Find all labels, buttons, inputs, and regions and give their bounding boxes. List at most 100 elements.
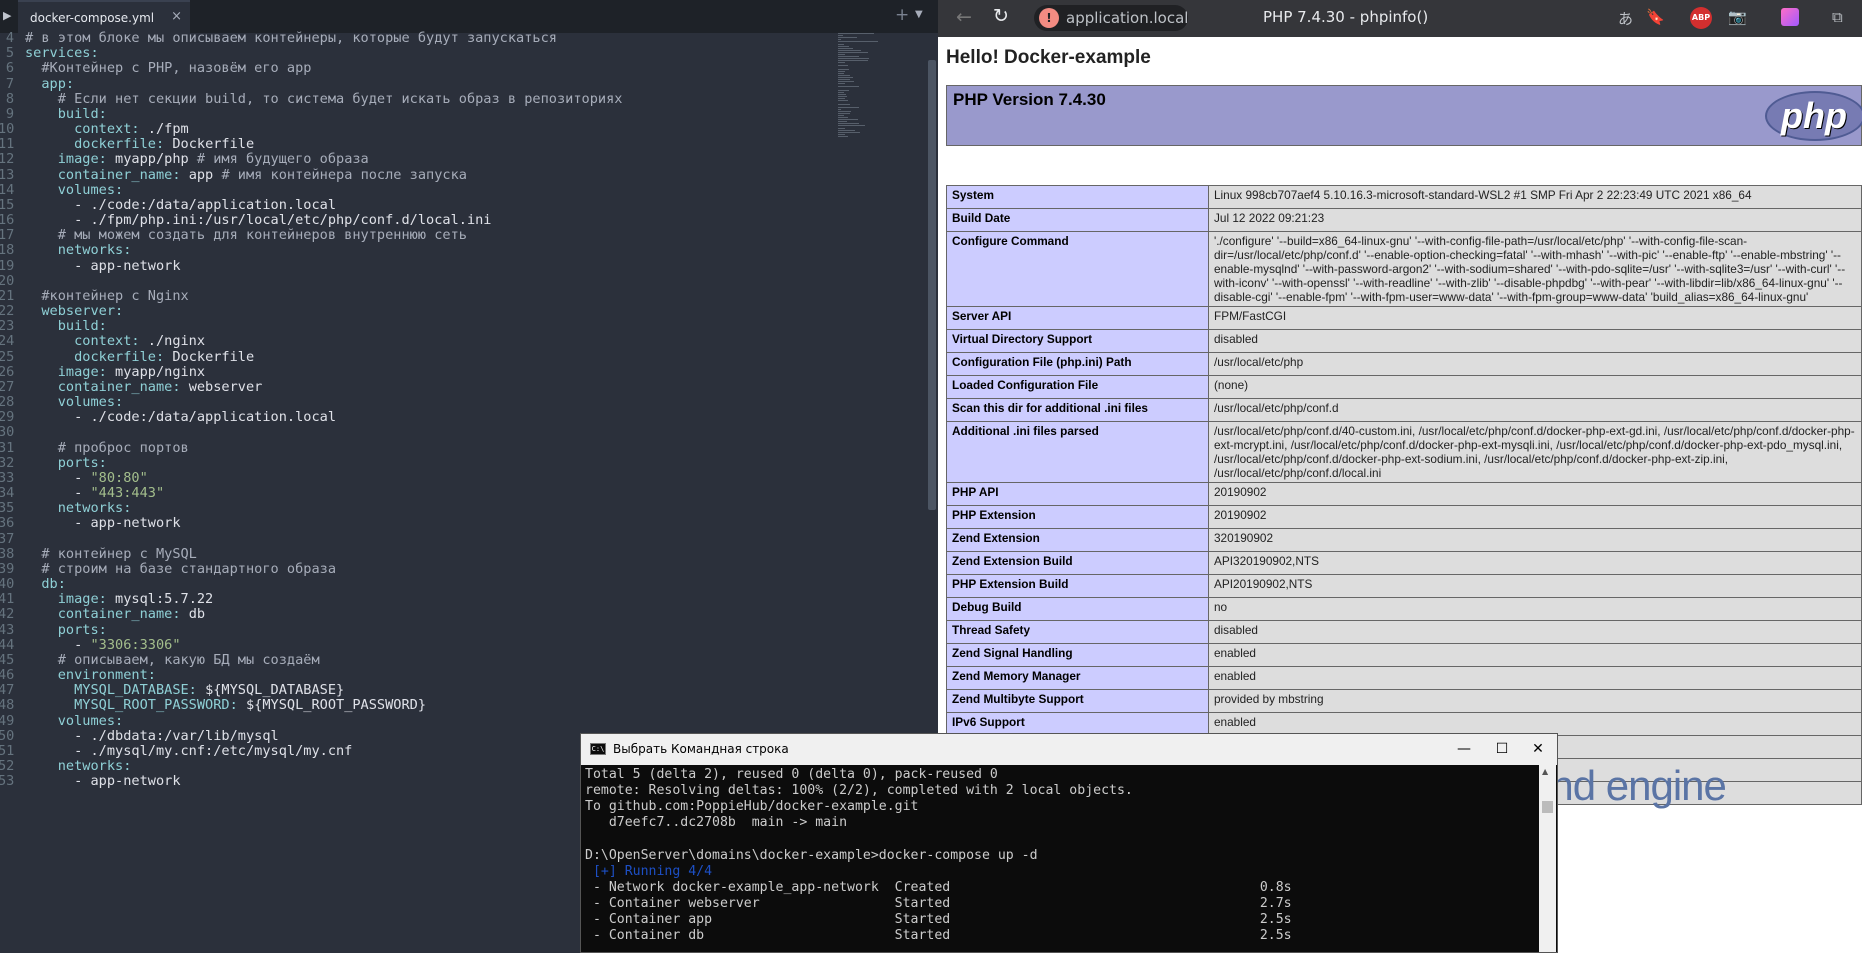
info-value: disabled [1208, 329, 1862, 353]
info-value: /usr/local/etc/php/conf.d [1208, 398, 1862, 422]
info-value: 20190902 [1208, 482, 1862, 506]
info-key: System [946, 185, 1209, 209]
minimap-line [838, 110, 851, 112]
console-line: Total 5 (delta 2), reused 0 (delta 0), p… [585, 767, 998, 782]
minimap-line [838, 112, 851, 114]
info-key: Additional .ini files parsed [946, 421, 1209, 483]
minimap-line [838, 81, 854, 83]
minimap-line [838, 123, 860, 125]
php-logo[interactable]: php [1765, 91, 1862, 141]
console-scroll-thumb[interactable] [1542, 801, 1553, 813]
minimap-line [838, 96, 848, 97]
info-value: enabled [1208, 643, 1862, 667]
close-icon[interactable]: × [171, 9, 182, 24]
new-tab-icon[interactable]: + [895, 5, 909, 25]
minimap-line [838, 58, 870, 60]
minimap[interactable] [828, 33, 928, 153]
minimap-line [838, 127, 845, 129]
console-scrollbar[interactable]: ▲ [1539, 765, 1556, 952]
info-value: './configure' '--build=x86_64-linux-gnu'… [1208, 231, 1862, 307]
info-row: Zend Memory Manager enabled [946, 666, 1862, 690]
minimap-line [838, 104, 850, 106]
console-line: [+] Running 4/4 [585, 863, 713, 879]
info-key: Zend Multibyte Support [946, 689, 1209, 713]
php-version-header: PHP Version 7.4.30 php [946, 85, 1862, 146]
adblock-icon[interactable]: ABP [1690, 7, 1712, 29]
console-line: d7eefc7..dc2708b main -> main [585, 815, 848, 831]
minimap-line [838, 56, 859, 58]
extension-icon[interactable] [1781, 8, 1799, 26]
console-line: remote: Resolving deltas: 100% (2/2), co… [585, 783, 1133, 799]
info-value: API320190902,NTS [1208, 551, 1862, 575]
info-key: Thread Safety [946, 620, 1209, 644]
info-value: (none) [1208, 375, 1862, 399]
url-text: application.local [1066, 9, 1189, 27]
minimap-line [838, 68, 849, 70]
tab-search-icon[interactable]: ⧉ [1832, 8, 1843, 26]
info-value: enabled [1208, 666, 1862, 690]
info-key: Zend Extension [946, 528, 1209, 552]
command-prompt-window[interactable]: C:\ Выбрать Командная строка — ☐ ✕ Total… [580, 733, 1558, 953]
info-key: Server API [946, 306, 1209, 330]
minimap-line [838, 37, 858, 39]
back-icon[interactable]: ← [956, 6, 972, 28]
chevron-down-icon[interactable]: ▼ [915, 9, 923, 20]
info-row: Build Date Jul 12 2022 09:21:23 [946, 208, 1862, 232]
minimap-line [838, 75, 851, 76]
minimap-line [838, 121, 847, 123]
page-heading: Hello! Docker-example [946, 47, 1151, 68]
info-row: PHP Extension Build API20190902,NTS [946, 574, 1862, 598]
reload-icon[interactable]: ↻ [993, 5, 1009, 27]
maximize-button[interactable]: ☐ [1482, 737, 1522, 761]
scroll-up-icon[interactable]: ▲ [1542, 767, 1548, 776]
info-row: Additional .ini files parsed/usr/local/e… [946, 421, 1862, 483]
close-button[interactable]: ✕ [1518, 737, 1558, 761]
minimap-line [838, 100, 849, 102]
console-title: Выбрать Командная строка [613, 742, 789, 756]
minimap-line [838, 47, 854, 49]
info-row: Debug Build no [946, 597, 1862, 621]
info-key: PHP Extension [946, 505, 1209, 529]
console-line: - Network docker-example_app-network Cre… [585, 879, 1292, 895]
info-key: Configuration File (php.ini) Path [946, 352, 1209, 376]
console-line: - Container db Started 2.5s [585, 928, 1292, 943]
minimap-line [838, 62, 846, 64]
minimap-line [838, 60, 868, 62]
not-secure-icon[interactable]: ! [1039, 8, 1059, 28]
minimap-line [838, 93, 847, 95]
info-row: Zend Multibyte Support provided by mbstri… [946, 689, 1862, 713]
info-row: Configure Command './configure' '--build=… [946, 231, 1862, 307]
sidebar-toggle-icon[interactable]: ▶ [3, 9, 11, 22]
info-row: Zend Extension 320190902 [946, 528, 1862, 552]
minimap-line [838, 114, 844, 116]
info-row: Thread Safety disabled [946, 620, 1862, 644]
translate-icon[interactable]: あ [1618, 8, 1633, 29]
minimap-line [838, 117, 849, 118]
minimap-line [838, 51, 868, 53]
info-value: provided by mbstring [1208, 689, 1862, 713]
info-row: System Linux 998cb707aef4 5.10.16.3-micro… [946, 185, 1862, 209]
info-row: Zend Signal Handling enabled [946, 643, 1862, 667]
console-line: D:\OpenServer\domains\docker-example>doc… [585, 847, 1038, 863]
tab-title: docker-compose.yml [30, 11, 155, 25]
console-line: - Container webserver Started 2.7s [585, 895, 1292, 911]
minimap-line [838, 39, 842, 41]
info-key: Zend Extension Build [946, 551, 1209, 575]
info-row: Zend Extension Build API320190902,NTS [946, 551, 1862, 575]
minimize-button[interactable]: — [1444, 737, 1484, 761]
info-key: PHP API [946, 482, 1209, 506]
minimap-line [838, 129, 856, 131]
editor-scrollbar[interactable] [928, 60, 936, 510]
info-value: FPM/FastCGI [1208, 306, 1862, 330]
info-value: /usr/local/etc/php [1208, 352, 1862, 376]
address-bar[interactable]: ! application.local [1034, 5, 1188, 31]
console-title-bar[interactable]: C:\ Выбрать Командная строка — ☐ ✕ [581, 734, 1557, 765]
minimap-line [838, 54, 845, 55]
info-value: no [1208, 597, 1862, 621]
camera-icon[interactable]: 📷 [1728, 8, 1747, 26]
bookmark-icon[interactable]: 🔖 [1646, 8, 1665, 26]
info-row: Server API FPM/FastCGI [946, 306, 1862, 330]
minimap-line [838, 64, 849, 66]
line-text: - app-network [25, 772, 180, 790]
info-value: 20190902 [1208, 505, 1862, 529]
